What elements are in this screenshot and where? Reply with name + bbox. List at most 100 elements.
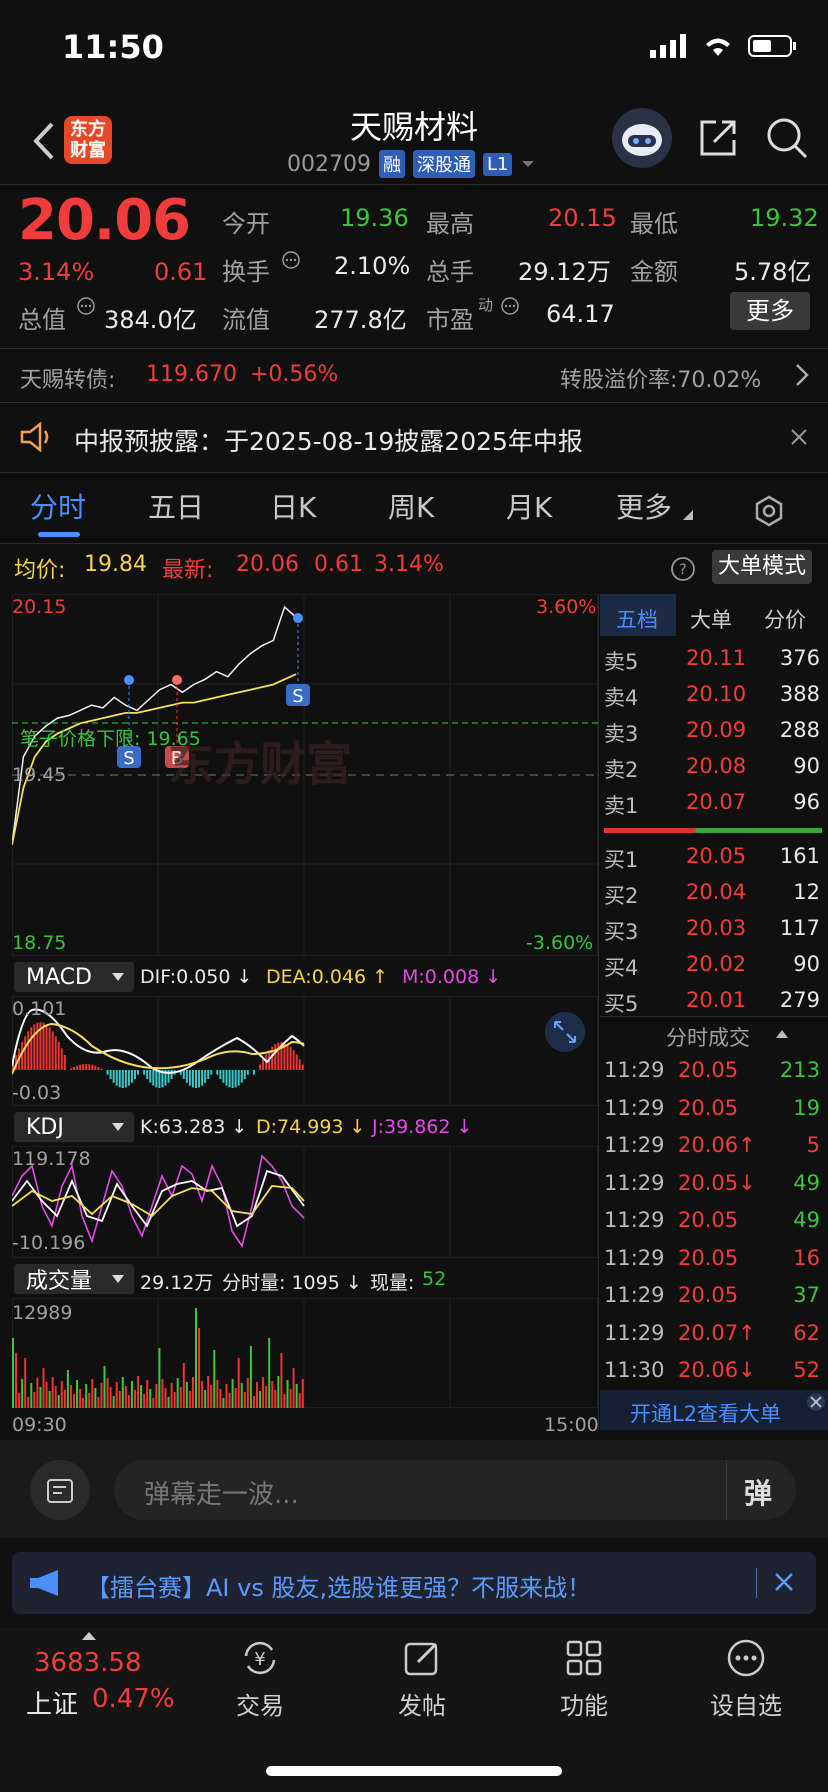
- tab-monthly-k[interactable]: 月K: [506, 486, 552, 526]
- orderbook-row: 卖5 20.11 376: [604, 646, 820, 674]
- expand-chart-button[interactable]: [545, 1012, 585, 1052]
- sell-point-marker: [124, 675, 134, 685]
- bond-name[interactable]: 天赐转债:: [20, 362, 115, 394]
- volume-bar: [27, 1397, 30, 1408]
- volume-y-top: 12989: [12, 1302, 73, 1324]
- macd-bar: [130, 1070, 133, 1083]
- orderbook-row: 买2 20.04 12: [604, 880, 820, 908]
- assistant-avatar[interactable]: [612, 108, 672, 168]
- macd-bar: [243, 1070, 246, 1079]
- caret-up-icon[interactable]: [776, 1030, 788, 1038]
- tab-intraday[interactable]: 分时: [30, 486, 86, 526]
- tab-daily-k[interactable]: 日K: [270, 486, 316, 526]
- tab-five-levels[interactable]: 五档: [616, 604, 658, 634]
- big-order-mode-button[interactable]: 大单模式: [712, 550, 812, 584]
- macd-bar: [146, 1070, 149, 1079]
- bond-price: 119.670: [146, 362, 237, 387]
- open-value: 19.36: [340, 204, 409, 232]
- l2-upsell[interactable]: 开通L2查看大单: [600, 1390, 828, 1430]
- notice-bar[interactable]: 中报预披露：于2025-08-19披露2025年中报: [0, 402, 828, 472]
- macd-bar: [115, 1070, 118, 1086]
- volume-bar: [176, 1378, 179, 1408]
- nav-functions[interactable]: 功能: [534, 1636, 634, 1721]
- macd-bar: [246, 1070, 249, 1075]
- macd-bar: [237, 1070, 240, 1086]
- turnover-value: 2.10%: [334, 252, 411, 280]
- index-value[interactable]: 3683.58: [34, 1648, 142, 1678]
- macd-bar: [188, 1070, 191, 1086]
- macd-selector[interactable]: MACD: [14, 962, 134, 992]
- volume-bar: [280, 1353, 283, 1408]
- bond-premium: 转股溢价率:70.02%: [560, 368, 762, 393]
- volume-bar: [94, 1388, 97, 1408]
- sell-signal-icon[interactable]: S: [286, 684, 310, 707]
- close-icon[interactable]: [806, 1392, 826, 1412]
- kdj-k: K:63.283 ↓: [140, 1116, 248, 1138]
- volume-bar: [115, 1382, 118, 1408]
- macd-bar: [45, 1024, 48, 1070]
- orderbook-row: 买4 20.02 90: [604, 952, 820, 980]
- status-time: 11:50: [62, 28, 164, 66]
- promo-banner[interactable]: 【擂台赛】AI vs 股友,选股谁更强？不服来战！: [12, 1552, 816, 1614]
- volume-chart[interactable]: [12, 1298, 598, 1408]
- volume-selector[interactable]: 成交量: [14, 1264, 134, 1294]
- macd-bar: [277, 1042, 280, 1070]
- caret-down-icon: [112, 973, 124, 981]
- bid-ask-ratio-bar: [604, 828, 822, 833]
- orderbook-row: 卖4 20.10 388: [604, 682, 820, 710]
- avg-value: 19.84: [84, 552, 147, 577]
- volume-bar: [216, 1380, 219, 1408]
- info-icon[interactable]: [76, 296, 96, 316]
- volume-bar: [237, 1358, 240, 1408]
- chat-list-button[interactable]: [30, 1460, 90, 1520]
- volume-bar: [252, 1396, 255, 1408]
- help-icon[interactable]: ?: [670, 556, 696, 582]
- macd-dif: DIF:0.050 ↓: [140, 966, 253, 988]
- close-icon[interactable]: [774, 1572, 794, 1592]
- high-label: 最高: [426, 210, 474, 238]
- amount-value: 5.78亿: [734, 258, 812, 286]
- volume-bar: [121, 1377, 124, 1408]
- pct-axis-top: 3.60%: [536, 596, 597, 618]
- info-icon[interactable]: [281, 250, 301, 270]
- tab-weekly-k[interactable]: 周K: [388, 486, 434, 526]
- comment-input[interactable]: 弹幕走一波... 弹: [114, 1460, 796, 1520]
- tab-price-distribution[interactable]: 分价: [764, 604, 806, 634]
- share-icon[interactable]: [696, 116, 740, 160]
- more-button[interactable]: 更多: [730, 292, 810, 330]
- volume-bar: [100, 1383, 103, 1408]
- macd-bar: [124, 1070, 127, 1088]
- volume-bar: [36, 1378, 39, 1408]
- close-icon[interactable]: [790, 428, 808, 446]
- tab-more[interactable]: 更多: [616, 486, 672, 526]
- macd-bar: [24, 1036, 27, 1070]
- macd-chart[interactable]: [12, 996, 598, 1106]
- volume-bar: [118, 1391, 121, 1408]
- tick-row: 11:29 20.05 37: [604, 1283, 820, 1307]
- caret-down-icon: [112, 1275, 124, 1283]
- danmaku-send-button[interactable]: 弹: [744, 1472, 772, 1512]
- signal-icon: [650, 34, 686, 58]
- tab-big-orders[interactable]: 大单: [690, 604, 732, 634]
- nav-trade[interactable]: ¥ 交易: [210, 1636, 310, 1721]
- kdj-chart[interactable]: [12, 1146, 598, 1258]
- volume-bar: [134, 1390, 136, 1408]
- low-label: 最低: [630, 210, 678, 238]
- volume-bar: [103, 1366, 106, 1408]
- status-icons: [650, 34, 798, 58]
- mktcap-label: 总值: [18, 306, 66, 334]
- chevron-right-icon[interactable]: [794, 362, 810, 388]
- search-icon[interactable]: [765, 116, 809, 160]
- kdj-selector[interactable]: KDJ: [14, 1112, 134, 1142]
- macd-bar: [152, 1070, 155, 1086]
- nav-add-watchlist[interactable]: 设自选: [696, 1636, 796, 1721]
- gear-icon[interactable]: [752, 494, 786, 528]
- tab-five-day[interactable]: 五日: [148, 486, 204, 526]
- nav-post[interactable]: 发帖: [372, 1636, 472, 1721]
- volume-bar: [262, 1377, 265, 1408]
- orderbook-row: 卖3 20.09 288: [604, 718, 820, 746]
- info-icon[interactable]: [500, 296, 520, 316]
- macd-bar: [201, 1070, 204, 1086]
- stock-subtitle[interactable]: 002709 融 深股通 L1: [287, 150, 536, 178]
- volume-bar: [182, 1363, 185, 1408]
